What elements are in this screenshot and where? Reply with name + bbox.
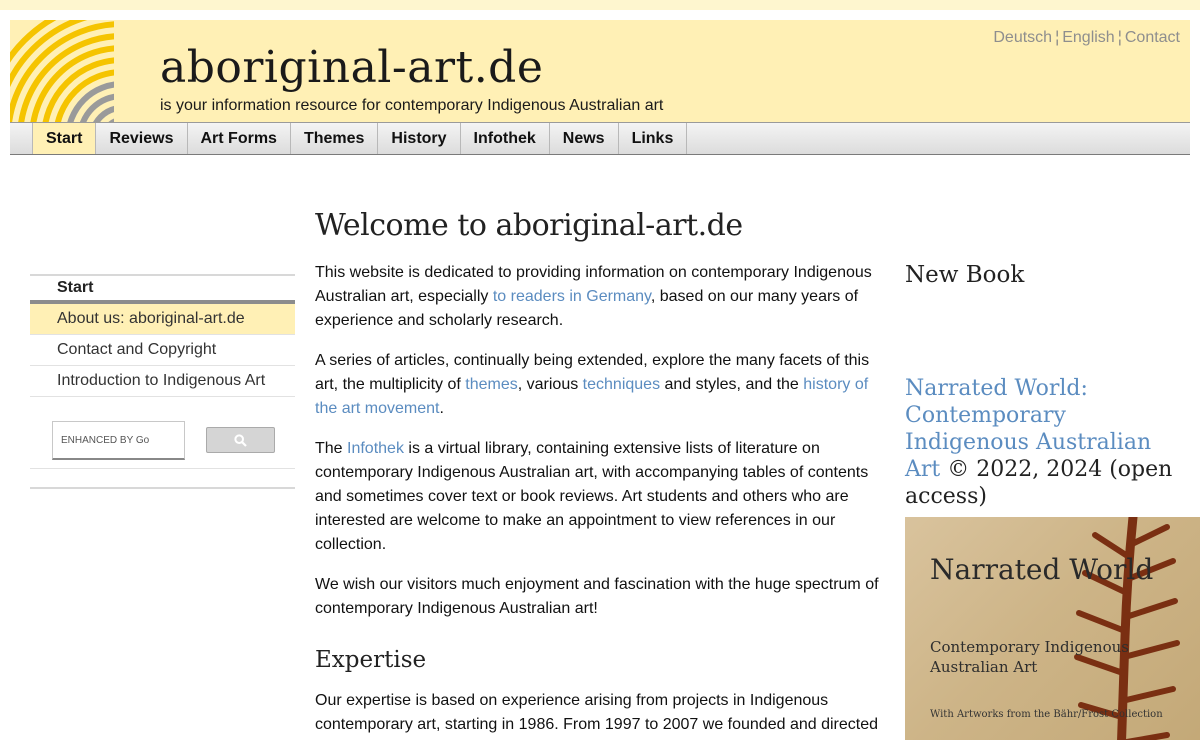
right-column: New Book Narrated World: Contemporary In… — [905, 262, 1200, 740]
nav-art-forms[interactable]: Art Forms — [188, 123, 291, 154]
infothek-paragraph: The Infothek is a virtual library, conta… — [315, 437, 887, 557]
infothek-link[interactable]: Infothek — [347, 440, 404, 457]
readers-germany-link[interactable]: to readers in Germany — [493, 288, 651, 305]
sidebar-divider — [30, 487, 295, 489]
nav-news[interactable]: News — [550, 123, 619, 154]
nav-history[interactable]: History — [378, 123, 461, 154]
text: . — [439, 400, 444, 417]
lang-deutsch-link[interactable]: Deutsch — [993, 29, 1052, 46]
separator: ¦ — [1117, 29, 1122, 46]
sidebar-heading[interactable]: Start — [30, 274, 295, 304]
page-title: Welcome to aboriginal-art.de — [315, 208, 743, 243]
site-search: ENHANCED BY Go — [30, 397, 295, 469]
cover-subtitle: Contemporary Indigenous Australian Art — [930, 638, 1129, 676]
sidebar: Start About us: aboriginal-art.de Contac… — [30, 274, 295, 489]
top-strip — [0, 0, 1200, 10]
book-title: Narrated World: Contemporary Indigenous … — [905, 375, 1175, 510]
search-button[interactable] — [206, 427, 275, 453]
search-input[interactable]: ENHANCED BY Go — [52, 421, 185, 460]
cover-note: With Artworks from the Bähr/Frost Collec… — [930, 709, 1163, 720]
book-suffix: © 2022, 2024 (open access) — [905, 457, 1173, 509]
book-cover-image[interactable]: Narrated World Contemporary Indigenous A… — [905, 517, 1200, 740]
sidebar-item-contact-copyright[interactable]: Contact and Copyright — [30, 335, 295, 366]
text: The — [315, 440, 348, 457]
cover-title: Narrated World — [930, 553, 1154, 586]
techniques-link[interactable]: techniques — [583, 376, 660, 393]
contact-link[interactable]: Contact — [1125, 29, 1180, 46]
lang-english-link[interactable]: English — [1062, 29, 1114, 46]
search-icon — [234, 433, 247, 447]
nav-links[interactable]: Links — [619, 123, 688, 154]
intro-paragraph: This website is dedicated to providing i… — [315, 261, 887, 333]
sidebar-item-about-us[interactable]: About us: aboriginal-art.de — [30, 304, 295, 335]
nav-start[interactable]: Start — [32, 123, 97, 154]
text: and styles, and the — [660, 376, 804, 393]
nav-themes[interactable]: Themes — [291, 123, 379, 154]
themes-link[interactable]: themes — [465, 376, 517, 393]
articles-paragraph: A series of articles, continually being … — [315, 349, 887, 421]
expertise-heading: Expertise — [315, 647, 427, 673]
site-header: aboriginal-art.de is your information re… — [10, 20, 1190, 122]
text: , various — [517, 376, 583, 393]
new-book-heading: New Book — [905, 262, 1025, 288]
main-nav: Start Reviews Art Forms Themes History I… — [10, 122, 1190, 155]
welcome-paragraph: We wish our visitors much enjoyment and … — [315, 576, 879, 617]
sidebar-item-introduction[interactable]: Introduction to Indigenous Art — [30, 366, 295, 397]
site-tagline: is your information resource for contemp… — [160, 97, 664, 114]
expertise-paragraph: Our expertise is based on experience ari… — [315, 692, 879, 733]
site-logo[interactable] — [10, 20, 114, 122]
nav-infothek[interactable]: Infothek — [461, 123, 550, 154]
nav-reviews[interactable]: Reviews — [96, 123, 188, 154]
site-title[interactable]: aboriginal-art.de — [160, 42, 543, 93]
main-content: Welcome to aboriginal-art.de This websit… — [315, 208, 887, 740]
separator: ¦ — [1055, 29, 1060, 46]
language-links: Deutsch ¦ English ¦ Contact — [993, 29, 1180, 47]
